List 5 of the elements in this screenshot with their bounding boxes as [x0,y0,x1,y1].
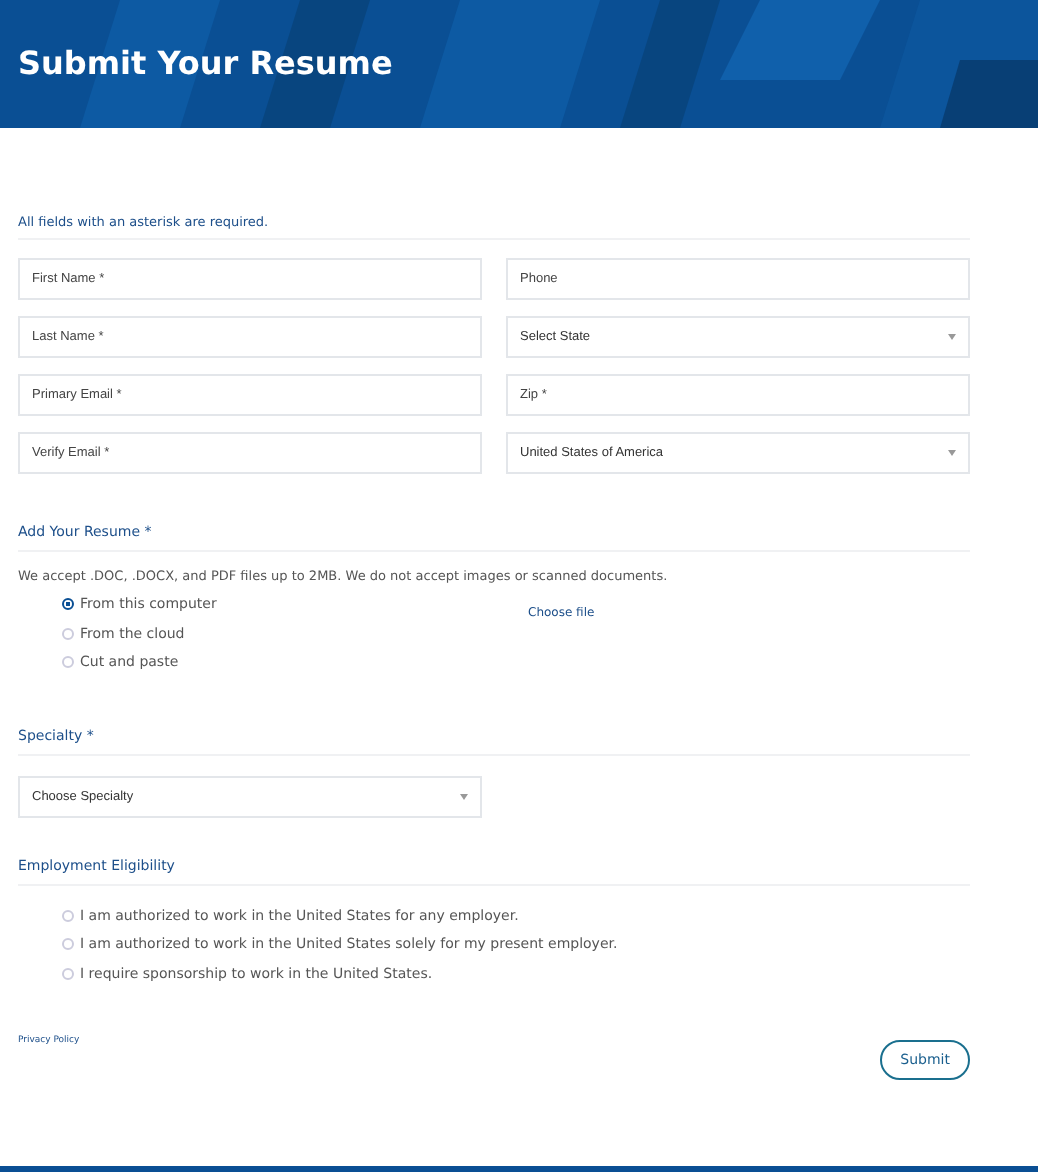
caret-icon [460,793,468,799]
caret-icon [948,450,956,456]
radio-button[interactable] [62,598,74,611]
page-title: Submit Your Resume [16,42,393,82]
caret-icon [948,334,956,340]
